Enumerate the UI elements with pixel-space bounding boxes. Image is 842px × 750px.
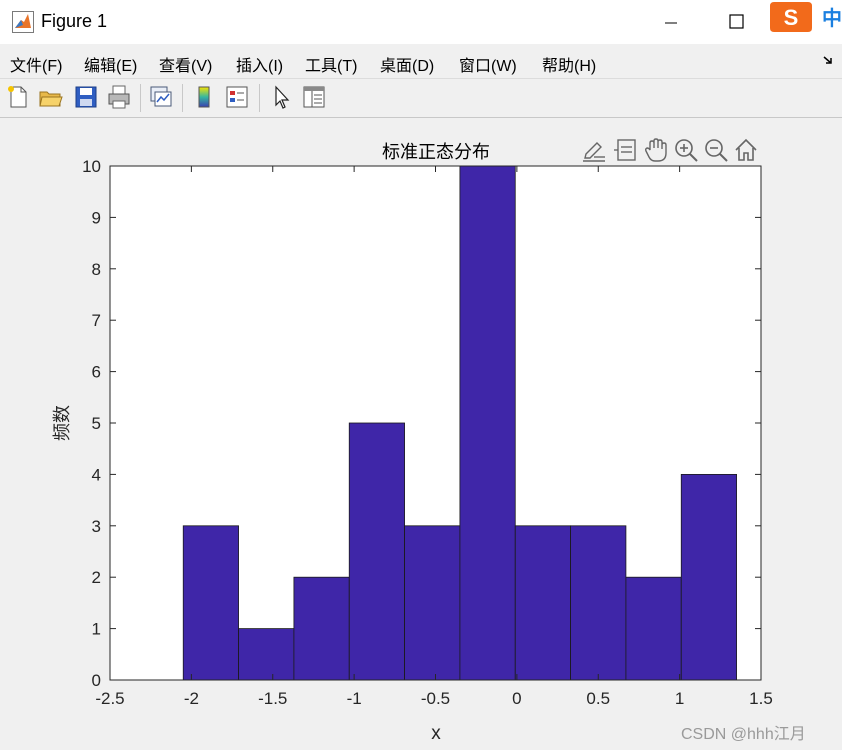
y-tick-label: 1 <box>92 620 101 639</box>
y-axis-label: 频数 <box>52 405 73 441</box>
x-tick-label: 0 <box>512 689 521 708</box>
histogram-bar <box>459 165 516 681</box>
y-tick-label: 8 <box>92 260 101 279</box>
y-tick-label: 5 <box>92 414 101 433</box>
y-tick-label: 0 <box>92 671 101 690</box>
x-tick-label: 0.5 <box>586 689 610 708</box>
zoom-in-icon[interactable] <box>673 137 699 163</box>
histogram-bar <box>514 525 571 681</box>
brush-icon[interactable] <box>581 137 607 163</box>
y-tick-label: 4 <box>92 465 101 484</box>
y-tick-label: 6 <box>92 363 101 382</box>
x-tick-label: -1 <box>347 689 362 708</box>
axes-toolbar <box>581 137 761 165</box>
histogram-bar <box>348 422 405 681</box>
histogram-bar <box>293 576 350 681</box>
watermark: CSDN @hhh江月 <box>681 726 806 743</box>
chart-title: 标准正态分布 <box>382 142 490 163</box>
home-icon[interactable] <box>733 137 759 163</box>
y-tick-label: 9 <box>92 208 101 227</box>
histogram-bar <box>570 525 627 681</box>
x-tick-label: 1 <box>675 689 684 708</box>
histogram-bar <box>404 525 461 681</box>
x-tick-label: -1.5 <box>258 689 287 708</box>
y-tick-label: 7 <box>92 311 101 330</box>
histogram-chart: -2.5 -2 -1.5 -1 -0.5 0 0.5 1 1.5 0 1 2 3 4 5 6 7 8 9 10 标准正… <box>52 142 773 744</box>
histogram-bar <box>625 576 682 681</box>
histogram-bar <box>680 473 737 681</box>
x-tick-label: -0.5 <box>421 689 450 708</box>
y-tick-label: 3 <box>92 517 101 536</box>
histogram-bar <box>182 525 239 681</box>
data-tips-icon[interactable] <box>613 137 639 163</box>
x-tick-label: -2.5 <box>95 689 124 708</box>
pan-icon[interactable] <box>643 137 669 163</box>
zoom-out-icon[interactable] <box>703 137 729 163</box>
histogram-bar <box>238 628 295 681</box>
x-tick-label: -2 <box>184 689 199 708</box>
x-tick-label: 1.5 <box>749 689 773 708</box>
y-tick-label: 10 <box>82 157 101 176</box>
y-tick-label: 2 <box>92 568 101 587</box>
x-axis-label: x <box>431 723 441 744</box>
